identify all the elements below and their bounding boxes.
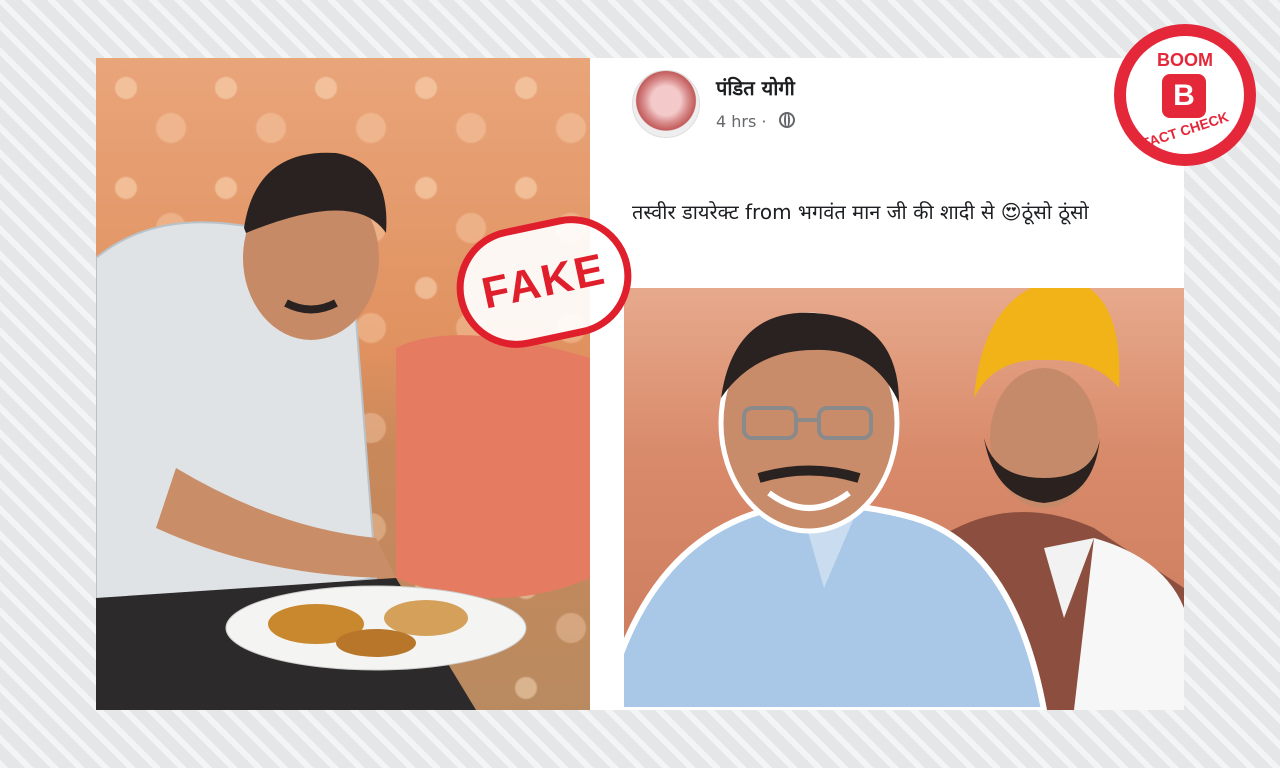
avatar[interactable] bbox=[632, 70, 700, 138]
left-photo bbox=[96, 58, 590, 710]
post-text: तस्वीर डायरेक्ट from भगवंत मान जी की शाद… bbox=[632, 200, 1089, 224]
boom-fact-check-logo: BOOM B FACT CHECK bbox=[1114, 24, 1256, 166]
post-author[interactable]: पंडित योगी bbox=[716, 74, 795, 101]
badge-letter: B bbox=[1162, 74, 1206, 118]
post-image[interactable] bbox=[624, 288, 1184, 710]
globe-icon bbox=[779, 112, 795, 128]
post-time[interactable]: 4 hrs · bbox=[716, 112, 767, 131]
fake-stamp-label: FAKE bbox=[477, 244, 611, 319]
badge-top-text: BOOM bbox=[1157, 50, 1213, 70]
